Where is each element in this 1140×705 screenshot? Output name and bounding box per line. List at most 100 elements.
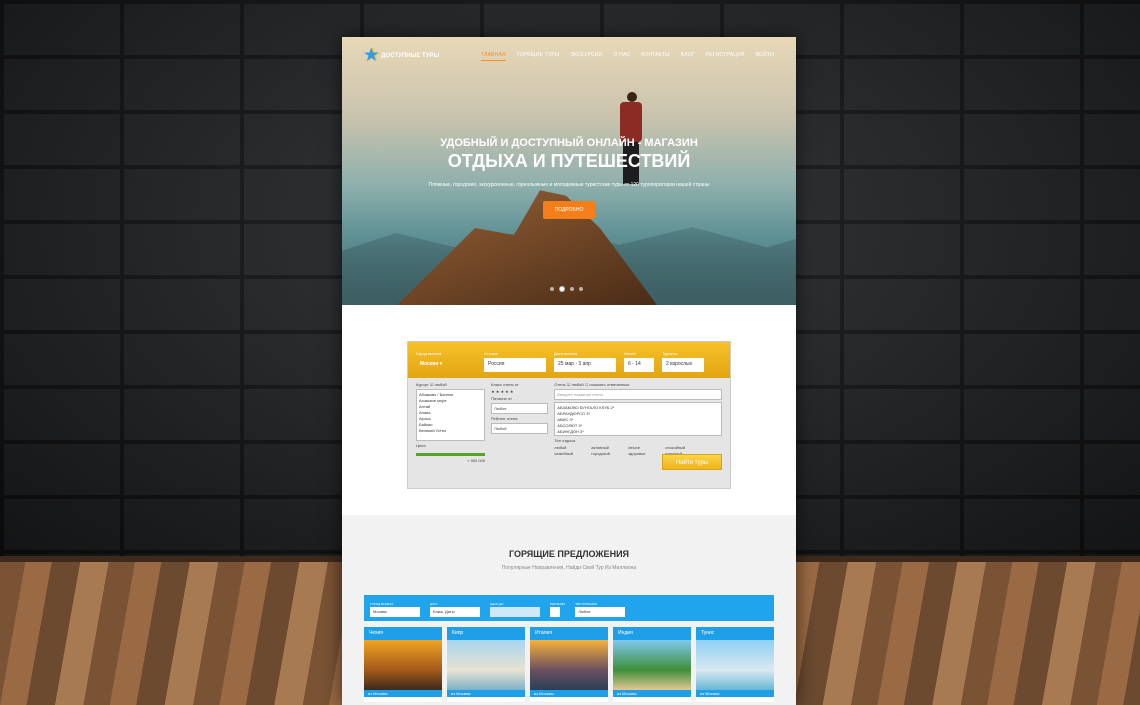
hotel-label: Отель — [554, 382, 566, 387]
card-from: из Москвы — [447, 690, 525, 697]
rating-label: Рейтинг отеля — [491, 416, 518, 421]
country-label: Страна — [484, 351, 498, 356]
type-option[interactable]: активный — [591, 445, 627, 450]
card-image — [530, 640, 608, 690]
filter-price-slider[interactable] — [490, 607, 540, 617]
type-option[interactable]: семейный — [554, 451, 590, 456]
top-nav: ★ ДОСТУПНЫЕ ТУРЫ ГЛАВНАЯ ГОРЯЩИЕ ТУРЫ ЭК… — [342, 37, 796, 75]
card-from: из Москвы — [696, 690, 774, 697]
hero-text: УДОБНЫЙ И ДОСТУПНЫЙ ОНЛАЙН - МАГАЗИН ОТД… — [342, 137, 796, 219]
hot-offers-section: ГОРЯЩИЕ ПРЕДЛОЖЕНИЯ Популярные Направлен… — [342, 515, 796, 705]
price-value: < 900 000 — [467, 458, 486, 463]
destination-card-czech[interactable]: Чехия из Москвы — [364, 627, 442, 702]
destination-card-italy[interactable]: Италия из Москвы — [530, 627, 608, 702]
type-option[interactable]: здоровье — [628, 451, 664, 456]
filter-visa-label: БЕЗ ВИЗЫ — [550, 602, 566, 606]
type-label: Тип отдыха — [554, 438, 576, 443]
tourists-label: Туристы — [662, 351, 678, 356]
resort-label: Курорт — [416, 382, 429, 387]
hotel-search-input[interactable]: Введите название отеля — [554, 389, 722, 400]
filter-date-label: ДАТА — [430, 602, 438, 606]
search-top-bar: Город вылета Москва ▾ Страна Россия Дата в… — [408, 342, 730, 378]
destination-cards: Чехия из Москвы Кипр из Москвы Италия из… — [364, 627, 774, 702]
hero-subtitle: Пляжные, городские, экскурсионные, горно… — [428, 182, 710, 188]
nav-item-about[interactable]: О НАС — [613, 52, 630, 61]
hero-title-line2: ОТДЫХА И ПУТЕШЕСТВИЙ — [447, 151, 691, 171]
nights-input[interactable]: 6 - 14 — [624, 358, 654, 372]
hotel-list[interactable]: АБЗАКОВО БУНГАЛО КЛУБ 2* АБРАУДЮРСО 3* А… — [554, 402, 722, 436]
card-image — [364, 640, 442, 690]
type-option[interactable]: deluxe — [628, 445, 664, 450]
dates-label: Дата вылета — [554, 351, 578, 356]
dates-input[interactable]: 25 мар - 3 апр — [554, 358, 616, 372]
tourists-input[interactable]: 2 взрослых — [662, 358, 704, 372]
hot-offers-subtitle: Популярные Направления, Найди Свой Тур И… — [501, 565, 637, 571]
nav-item-blog[interactable]: БЛОГ — [681, 52, 695, 61]
hotel-any-checkbox[interactable]: любой — [572, 382, 584, 387]
card-from: из Москвы — [530, 690, 608, 697]
resort-any-checkbox[interactable]: любой — [435, 382, 447, 387]
card-from: из Москвы — [364, 690, 442, 697]
slider-dot[interactable] — [579, 287, 583, 291]
slider-dot[interactable] — [550, 287, 554, 291]
filter-price-label: ЦЕНА ДО — [490, 602, 504, 606]
hero-banner: ★ ДОСТУПНЫЕ ТУРЫ ГЛАВНАЯ ГОРЯЩИЕ ТУРЫ ЭК… — [342, 37, 796, 305]
nav-item-hot-tours[interactable]: ГОРЯЩИЕ ТУРЫ — [517, 52, 560, 61]
resort-list[interactable]: Абзаково / Банное Азовское море Алтай Ан… — [416, 389, 486, 441]
nav-item-home[interactable]: ГЛАВНАЯ — [481, 52, 506, 61]
departure-city-label: Город вылета — [416, 351, 442, 356]
hot-offers-title: ГОРЯЩИЕ ПРЕДЛОЖЕНИЯ — [508, 549, 630, 559]
price-slider[interactable] — [416, 453, 486, 456]
filter-visa-checkbox[interactable] — [550, 607, 560, 617]
filter-city-select[interactable]: Москва — [370, 607, 420, 617]
slider-dot[interactable] — [570, 287, 574, 291]
filter-meal-label: ТИП ПИТАНИЯ — [575, 602, 597, 606]
destination-card-tunisia[interactable]: Тунис из Москвы — [696, 627, 774, 702]
departure-city-select[interactable]: Москва ▾ — [416, 358, 476, 372]
card-country: Чехия — [364, 627, 442, 640]
stars-label: Класс отеля от — [491, 382, 519, 387]
nights-label: Ночей — [624, 351, 636, 356]
filter-date-select[interactable]: Ближ. Даты — [430, 607, 480, 617]
type-option[interactable]: спокойный — [665, 445, 701, 450]
logo[interactable]: ★ ДОСТУПНЫЕ ТУРЫ — [364, 48, 439, 64]
country-input[interactable]: Россия — [484, 358, 546, 372]
website-mockup: ★ ДОСТУПНЫЕ ТУРЫ ГЛАВНАЯ ГОРЯЩИЕ ТУРЫ ЭК… — [342, 37, 796, 705]
price-label: Цена — [416, 443, 426, 448]
card-country: Кипр — [447, 627, 525, 640]
find-tours-button[interactable]: Найти туры — [662, 454, 722, 470]
type-option[interactable]: городской — [591, 451, 627, 456]
hero-title-line1: УДОБНЫЙ И ДОСТУПНЫЙ ОНЛАЙН - МАГАЗИН — [440, 137, 698, 149]
destination-card-india[interactable]: Индия из Москвы — [613, 627, 691, 702]
hot-filter-bar: ГОРОД ВЫЛЕТА Москва ДАТА Ближ. Даты ЦЕНА Д… — [364, 595, 774, 621]
nav-item-login[interactable]: ВОЙТИ — [756, 52, 774, 61]
card-image — [696, 640, 774, 690]
card-country: Италия — [530, 627, 608, 640]
meal-select[interactable]: Любое — [491, 403, 549, 414]
nav-item-register[interactable]: РЕГИСТРАЦИЯ — [706, 52, 745, 61]
list-item[interactable]: АБИНГДОН 3* — [557, 429, 719, 435]
filter-meal-select[interactable]: Любое — [575, 607, 626, 617]
main-menu: ГЛАВНАЯ ГОРЯЩИЕ ТУРЫ ЭКСКУРСИИ О НАС КОН… — [481, 52, 774, 61]
slider-dot-active[interactable] — [559, 286, 565, 292]
rating-select[interactable]: Любой — [491, 423, 549, 434]
star-logo-icon: ★ — [364, 47, 379, 64]
stars-rating[interactable]: ★ ★ ★ ★ ★ — [491, 389, 548, 394]
logo-text: ДОСТУПНЫЕ ТУРЫ — [381, 53, 440, 59]
type-option[interactable]: любой — [554, 445, 590, 450]
card-country: Индия — [613, 627, 691, 640]
list-item[interactable]: Великий Устюг — [419, 428, 482, 434]
filter-city-label: ГОРОД ВЫЛЕТА — [370, 602, 394, 606]
destination-card-cyprus[interactable]: Кипр из Москвы — [447, 627, 525, 702]
meal-label: Питание от — [491, 396, 512, 401]
nav-item-excursions[interactable]: ЭКСКУРСИИ — [570, 52, 602, 61]
nav-item-contacts[interactable]: КОНТАКТЫ — [641, 52, 670, 61]
tour-search-widget: Город вылета Москва ▾ Страна Россия Дата в… — [407, 341, 731, 489]
card-country: Тунис — [696, 627, 774, 640]
card-image — [447, 640, 525, 690]
card-image — [613, 640, 691, 690]
more-button[interactable]: ПОДРОБНО — [542, 201, 596, 219]
card-from: из Москвы — [613, 690, 691, 697]
slider-dots — [550, 286, 583, 292]
hotel-selected-checkbox[interactable]: показать отмеченные — [589, 382, 629, 387]
